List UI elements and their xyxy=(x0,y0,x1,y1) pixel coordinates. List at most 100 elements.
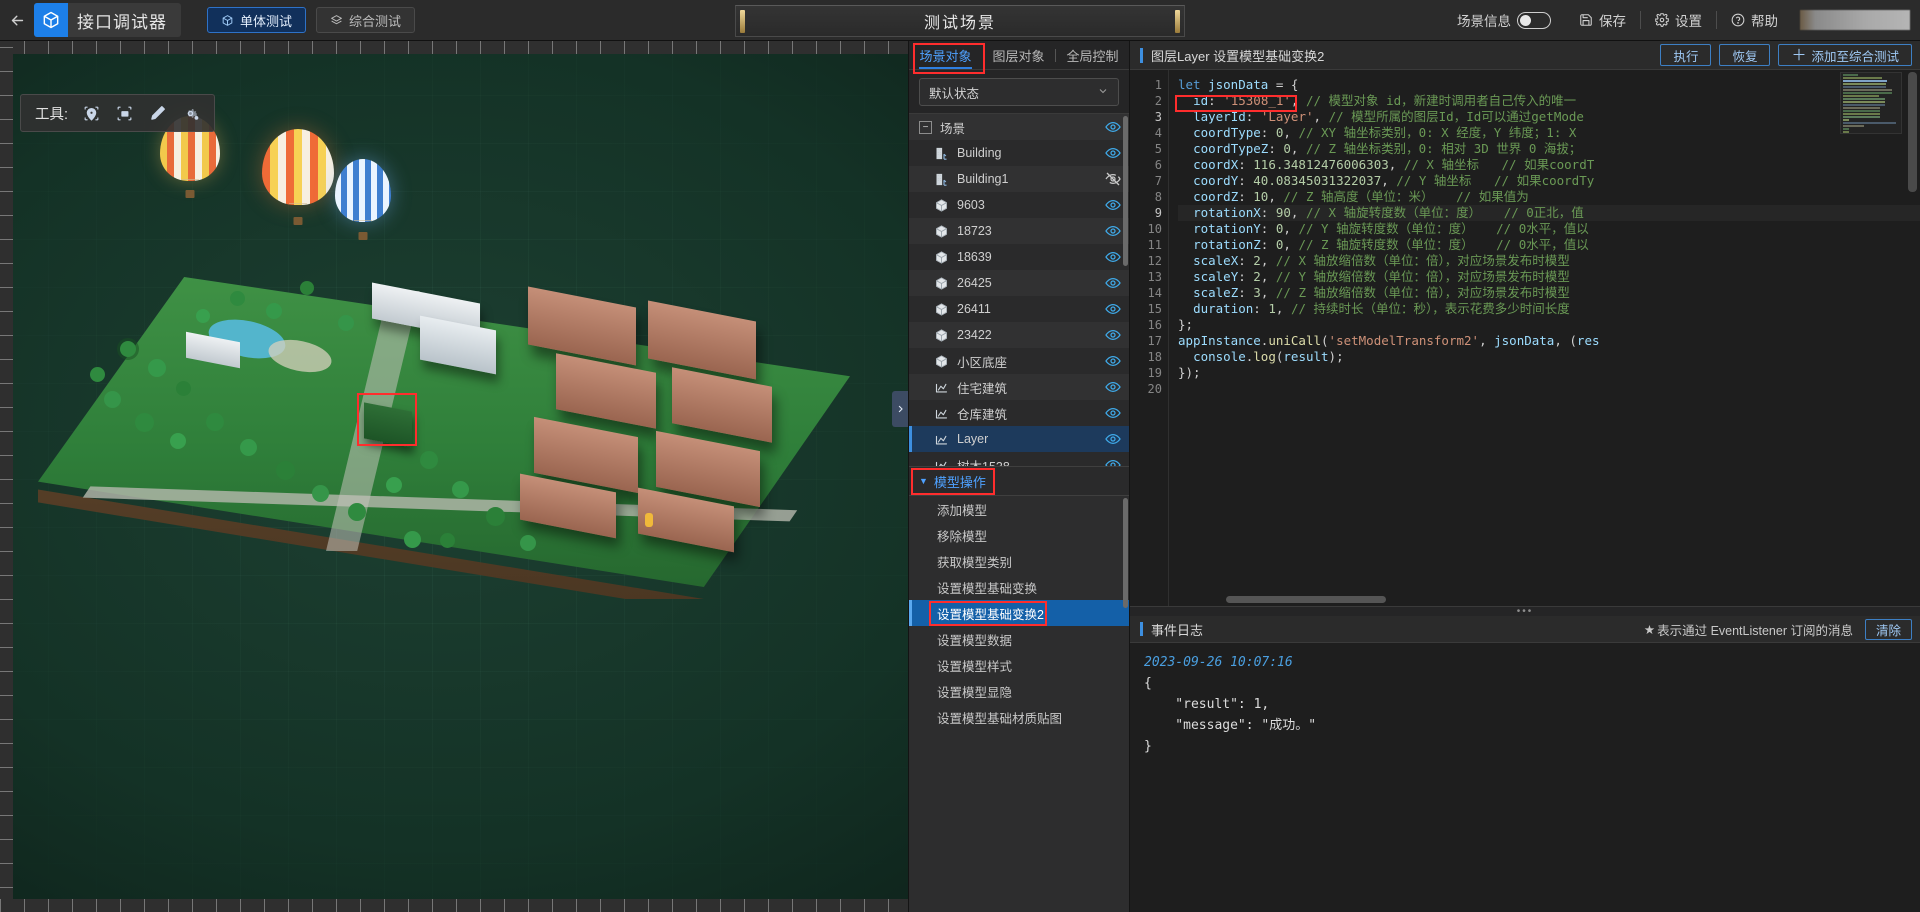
plus-icon: ＋ xyxy=(1791,46,1807,64)
code-line: }; xyxy=(1178,317,1194,332)
editor-minimap[interactable] xyxy=(1840,72,1902,134)
eye-visible-icon[interactable] xyxy=(1105,457,1121,466)
tree-scrollbar[interactable] xyxy=(1123,116,1128,266)
operation-item-label: 设置模型显隐 xyxy=(937,685,1013,700)
tab-scene-objects[interactable]: 场景对象 xyxy=(909,41,982,69)
location-pin-icon[interactable] xyxy=(82,104,101,123)
operation-item[interactable]: 设置模型基础材质贴图 xyxy=(909,704,1129,730)
eye-icon[interactable] xyxy=(1105,119,1121,135)
layer-icon xyxy=(934,458,949,466)
scene-info-toggle[interactable] xyxy=(1517,11,1551,29)
eye-visible-icon[interactable] xyxy=(1105,405,1121,421)
minimap-line xyxy=(1843,125,1864,127)
panel-split-handle[interactable]: ••• xyxy=(1130,606,1920,617)
model-operations-header[interactable]: ▼ 模型操作 xyxy=(909,466,1129,496)
code-line: scaleX: 2, // X 轴放缩倍数（单位：倍），对应场景发布时模型 xyxy=(1193,253,1570,268)
operation-item[interactable]: 设置模型样式 xyxy=(909,652,1129,678)
minimap-line xyxy=(1843,116,1881,118)
tab-single-test[interactable]: 单体测试 xyxy=(207,7,307,33)
tree-row[interactable]: 住宅建筑 xyxy=(909,374,1129,400)
gear-small-icon[interactable] xyxy=(181,104,200,123)
eye-visible-icon[interactable] xyxy=(1105,431,1121,447)
eye-visible-icon[interactable] xyxy=(1105,327,1121,343)
code-line: rotationX: 90, // X 轴旋转度数（单位：度） // 0正北，值 xyxy=(1178,205,1920,221)
tree-row[interactable]: 18723 xyxy=(909,218,1129,244)
tree-row[interactable]: Building xyxy=(909,140,1129,166)
tab-global-control-label: 全局控制 xyxy=(1066,48,1119,64)
tree-row[interactable]: 26411 xyxy=(909,296,1129,322)
tree xyxy=(386,477,402,493)
tree-row[interactable]: 仓库建筑 xyxy=(909,400,1129,426)
clear-log-button[interactable]: 清除 xyxy=(1864,618,1912,640)
event-log-body[interactable]: 2023-09-26 10:07:16 { "result": 1, "mess… xyxy=(1130,643,1920,912)
tree-row[interactable]: 小区底座 xyxy=(909,348,1129,374)
eye-hidden-icon[interactable] xyxy=(1105,171,1121,187)
tree-row[interactable]: 26425 xyxy=(909,270,1129,296)
back-arrow-icon[interactable] xyxy=(0,0,34,40)
code-line: coordType: 0, // XY 轴坐标类别，0: X 经度，Y 纬度；1… xyxy=(1193,125,1577,140)
collapse-expander-icon[interactable]: − xyxy=(919,120,932,134)
viewport-collapse-button[interactable] xyxy=(892,391,908,427)
save-button[interactable]: 保存 xyxy=(1565,9,1640,31)
code-content[interactable]: let jsonData = { id: '15308_1', // 模型对象 … xyxy=(1168,70,1920,606)
cube-logo-icon xyxy=(34,3,68,37)
operation-item[interactable]: 获取模型类别 xyxy=(909,548,1129,574)
code-line: coordY: 40.08345031322037, // Y 轴坐标 // 如… xyxy=(1193,173,1595,188)
scene-viewport[interactable]: 工具: xyxy=(0,41,908,912)
help-button[interactable]: 帮助 xyxy=(1717,9,1792,31)
execute-button[interactable]: 执行 xyxy=(1660,44,1712,66)
operation-item[interactable]: 设置模型显隐 xyxy=(909,678,1129,704)
app-title: 接口调试器 xyxy=(77,12,167,32)
minimap-line xyxy=(1843,128,1849,130)
add-to-comprehensive-test-button[interactable]: ＋ 添加至综合测试 xyxy=(1778,44,1912,66)
model-operations-list[interactable]: 添加模型 移除模型 获取模型类别 设置模型基础变换 设置模型基础变换2 设置模型数据 设置模… xyxy=(909,496,1129,912)
restore-button[interactable]: 恢复 xyxy=(1719,44,1771,66)
user-avatar[interactable] xyxy=(1800,10,1910,30)
eye-visible-icon[interactable] xyxy=(1105,275,1121,291)
pencil-icon[interactable] xyxy=(148,104,167,123)
operation-item[interactable]: 添加模型 xyxy=(909,496,1129,522)
rect-select-icon[interactable] xyxy=(115,104,134,123)
tree-row[interactable]: Layer xyxy=(909,426,1129,452)
tree-row-label: Building xyxy=(957,146,1002,160)
minimap-line xyxy=(1843,86,1886,88)
state-select-value: 默认状态 xyxy=(929,86,980,101)
minimap-line xyxy=(1843,89,1893,91)
operation-item[interactable]: 移除模型 xyxy=(909,522,1129,548)
person-marker xyxy=(645,513,653,527)
tree-row-label: 9603 xyxy=(957,198,985,212)
tab-global-control[interactable]: 全局控制 xyxy=(1056,41,1129,69)
tab-comprehensive-test[interactable]: 综合测试 xyxy=(316,7,416,33)
eye-visible-icon[interactable] xyxy=(1105,145,1121,161)
scene-tree-scroll[interactable]: − 场景 Building Building1 9603 18723 18639 2642… xyxy=(909,114,1129,466)
tree-row[interactable]: 9603 xyxy=(909,192,1129,218)
operation-item[interactable]: 设置模型基础变换2 xyxy=(909,600,1129,626)
code-line: }); xyxy=(1178,365,1201,380)
tree-row[interactable]: 树木1538 xyxy=(909,452,1129,466)
code-editor[interactable]: 1 2 3 4 5 6 7 8 9 10 11 12 13 14 15 16 17 18 19 20 let json… xyxy=(1130,70,1920,606)
editor-vertical-scrollbar[interactable] xyxy=(1908,72,1917,192)
operations-scrollbar[interactable] xyxy=(1123,498,1128,608)
operation-item[interactable]: 设置模型基础变换 xyxy=(909,574,1129,600)
tree-row[interactable]: 23422 xyxy=(909,322,1129,348)
tree-row-root[interactable]: − 场景 xyxy=(909,114,1129,140)
editor-horizontal-scrollbar[interactable] xyxy=(1226,596,1386,603)
tree-row[interactable]: Building1 xyxy=(909,166,1129,192)
operation-item[interactable]: 设置模型数据 xyxy=(909,626,1129,652)
state-select[interactable]: 默认状态 xyxy=(919,78,1119,106)
eye-visible-icon[interactable] xyxy=(1105,223,1121,239)
model-operations-label: 模型操作 xyxy=(933,474,986,490)
eye-visible-icon[interactable] xyxy=(1105,353,1121,369)
eye-visible-icon[interactable] xyxy=(1105,197,1121,213)
settings-button[interactable]: 设置 xyxy=(1641,9,1716,31)
eye-visible-icon[interactable] xyxy=(1105,379,1121,395)
code-line: let jsonData = { xyxy=(1178,77,1299,92)
ruler-left xyxy=(0,41,13,912)
tab-layer-objects[interactable]: 图层对象 xyxy=(982,41,1055,69)
settings-label: 设置 xyxy=(1675,14,1702,29)
eye-visible-icon[interactable] xyxy=(1105,301,1121,317)
tree-row[interactable]: 18639 xyxy=(909,244,1129,270)
eye-visible-icon[interactable] xyxy=(1105,249,1121,265)
line-number: 19 xyxy=(1147,366,1162,380)
